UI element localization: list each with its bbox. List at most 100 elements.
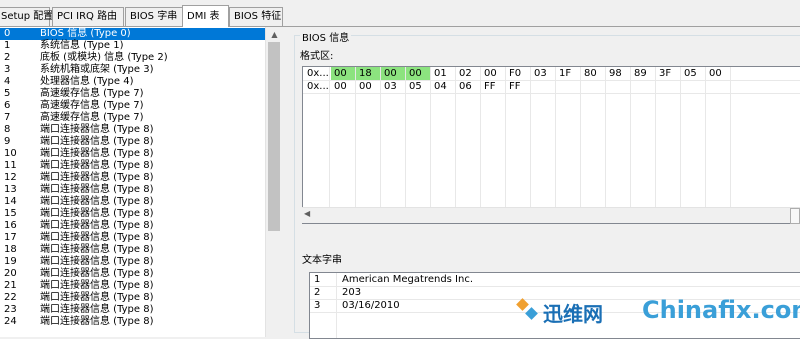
dmi-item-index: 15 (4, 208, 17, 219)
dmi-item-name: 端口连接器信息 (Type 8) (40, 232, 154, 243)
dmi-list[interactable]: 0 BIOS 信息 (Type 0) 1 系统信息 (Type 1) 2 底板 (或模块)… (0, 27, 265, 337)
logo-icon (516, 298, 538, 320)
hex-byte[interactable]: 1F (556, 67, 580, 80)
tab-pci-irq[interactable]: PCI IRQ 路由 (52, 7, 124, 26)
scroll-up-arrow-icon[interactable]: ▲ (266, 28, 283, 42)
scroll-left-arrow-icon[interactable]: ◀ (304, 209, 310, 218)
string-text: American Megatrends Inc. (342, 274, 474, 285)
dmi-item-index: 23 (4, 304, 17, 315)
dmi-item-index: 21 (4, 280, 17, 291)
dmi-item-index: 11 (4, 160, 17, 171)
dmi-item-name: 端口连接器信息 (Type 8) (40, 292, 154, 303)
hex-byte[interactable]: 98 (606, 67, 630, 80)
dmi-list-item[interactable]: 23 端口连接器信息 (Type 8) (0, 304, 265, 316)
dmi-item-index: 9 (4, 136, 11, 147)
dmi-item-index: 6 (4, 100, 11, 111)
dmi-item-index: 13 (4, 184, 17, 195)
hex-row: 0x... 00 00 03 05 04 06 FF FF (303, 80, 800, 93)
dmi-list-item[interactable]: 24 端口连接器信息 (Type 8) (0, 316, 265, 328)
hex-byte[interactable]: 00 (331, 80, 355, 93)
dmi-item-name: 端口连接器信息 (Type 8) (40, 184, 154, 195)
hex-byte[interactable]: 3F (656, 67, 680, 80)
hex-byte[interactable]: 00 (706, 67, 730, 80)
dmi-list-item[interactable]: 14 端口连接器信息 (Type 8) (0, 196, 265, 208)
hex-byte[interactable]: F0 (506, 67, 530, 80)
scroll-thumb[interactable] (268, 42, 280, 231)
dmi-list-item[interactable]: 10 端口连接器信息 (Type 8) (0, 148, 265, 160)
string-number: 1 (314, 274, 321, 285)
dmi-item-name: 端口连接器信息 (Type 8) (40, 160, 154, 171)
hex-byte[interactable]: 05 (406, 80, 430, 93)
string-row[interactable]: 1 American Megatrends Inc. (310, 273, 800, 287)
hex-byte[interactable]: 06 (456, 80, 480, 93)
hex-byte[interactable]: 05 (681, 67, 705, 80)
dmi-list-item[interactable]: 4 处理器信息 (Type 4) (0, 76, 265, 88)
watermark-en: Chinafix.com (642, 296, 800, 324)
dmi-list-item[interactable]: 18 端口连接器信息 (Type 8) (0, 244, 265, 256)
dmi-list-item[interactable]: 5 高速缓存信息 (Type 7) (0, 88, 265, 100)
hex-byte[interactable]: 03 (381, 80, 405, 93)
dmi-item-index: 14 (4, 196, 17, 207)
hex-byte[interactable]: FF (481, 80, 505, 93)
dmi-list-item[interactable]: 2 底板 (或模块) 信息 (Type 2) (0, 52, 265, 64)
dmi-list-item[interactable]: 3 系统机箱或底架 (Type 3) (0, 64, 265, 76)
dmi-list-item[interactable]: 16 端口连接器信息 (Type 8) (0, 220, 265, 232)
strings-label: 文本字串 (302, 255, 342, 266)
hex-byte[interactable]: 00 (481, 67, 505, 80)
dmi-item-name: 端口连接器信息 (Type 8) (40, 148, 154, 159)
dmi-list-scrollbar[interactable]: ▲ (265, 27, 283, 337)
string-number: 3 (314, 300, 321, 311)
dmi-list-item[interactable]: 13 端口连接器信息 (Type 8) (0, 184, 265, 196)
dmi-list-item[interactable]: 7 高速缓存信息 (Type 7) (0, 112, 265, 124)
hex-byte[interactable]: 02 (456, 67, 480, 80)
hex-byte[interactable]: 03 (531, 67, 555, 80)
dmi-list-item[interactable]: 9 端口连接器信息 (Type 8) (0, 136, 265, 148)
dmi-list-item[interactable]: 0 BIOS 信息 (Type 0) (0, 28, 265, 40)
dmi-list-item[interactable]: 15 端口连接器信息 (Type 8) (0, 208, 265, 220)
dmi-item-name: 高速缓存信息 (Type 7) (40, 100, 144, 111)
dmi-list-item[interactable]: 22 端口连接器信息 (Type 8) (0, 292, 265, 304)
dmi-item-index: 19 (4, 256, 17, 267)
hex-byte[interactable]: 01 (431, 67, 455, 80)
dmi-item-name: 端口连接器信息 (Type 8) (40, 124, 154, 135)
dmi-item-index: 3 (4, 64, 11, 75)
dmi-list-item[interactable]: 20 端口连接器信息 (Type 8) (0, 268, 265, 280)
tab-bios-strings[interactable]: BIOS 字串 (125, 7, 183, 26)
dmi-list-item[interactable]: 8 端口连接器信息 (Type 8) (0, 124, 265, 136)
dmi-item-name: 端口连接器信息 (Type 8) (40, 220, 154, 231)
hex-byte[interactable]: 80 (581, 67, 605, 80)
dmi-list-item[interactable]: 17 端口连接器信息 (Type 8) (0, 232, 265, 244)
dmi-item-index: 10 (4, 148, 17, 159)
hex-address: 0x... (307, 68, 329, 79)
hex-byte[interactable]: 00 (356, 80, 380, 93)
hex-byte[interactable]: FF (506, 80, 530, 93)
string-text: 03/16/2010 (342, 300, 400, 311)
dmi-item-index: 24 (4, 316, 17, 327)
hex-byte[interactable]: 00 (406, 67, 430, 80)
hex-horizontal-scrollbar[interactable]: ◀ (302, 207, 800, 224)
dmi-item-name: 系统信息 (Type 1) (40, 40, 124, 51)
dmi-list-item[interactable]: 12 端口连接器信息 (Type 8) (0, 172, 265, 184)
hex-byte[interactable]: 89 (631, 67, 655, 80)
hex-view[interactable]: 0x... 00 18 00 00 01 02 00 F0 03 1F 80 98 89 3F 05 00 0x.… (302, 66, 800, 224)
dmi-item-name: 端口连接器信息 (Type 8) (40, 316, 154, 327)
watermark-cn: 迅维网 (543, 302, 603, 326)
hex-byte[interactable]: 18 (356, 67, 380, 80)
dmi-item-name: 端口连接器信息 (Type 8) (40, 172, 154, 183)
dmi-item-name: 底板 (或模块) 信息 (Type 2) (40, 52, 168, 63)
dmi-item-name: 端口连接器信息 (Type 8) (40, 280, 154, 291)
tab-bios-features[interactable]: BIOS 特征 (229, 7, 283, 26)
hex-byte[interactable]: 00 (331, 67, 355, 80)
dmi-list-item[interactable]: 11 端口连接器信息 (Type 8) (0, 160, 265, 172)
dmi-item-index: 1 (4, 40, 11, 51)
hex-byte[interactable]: 04 (431, 80, 455, 93)
dmi-list-item[interactable]: 21 端口连接器信息 (Type 8) (0, 280, 265, 292)
dmi-item-index: 2 (4, 52, 11, 63)
tab-setup-config[interactable]: Setup 配置 (0, 7, 53, 26)
dmi-list-item[interactable]: 6 高速缓存信息 (Type 7) (0, 100, 265, 112)
dmi-list-item[interactable]: 19 端口连接器信息 (Type 8) (0, 256, 265, 268)
dmi-item-name: 端口连接器信息 (Type 8) (40, 268, 154, 279)
hex-byte[interactable]: 00 (381, 67, 405, 80)
tab-dmi-table[interactable]: DMI 表 (182, 5, 229, 27)
dmi-list-item[interactable]: 1 系统信息 (Type 1) (0, 40, 265, 52)
